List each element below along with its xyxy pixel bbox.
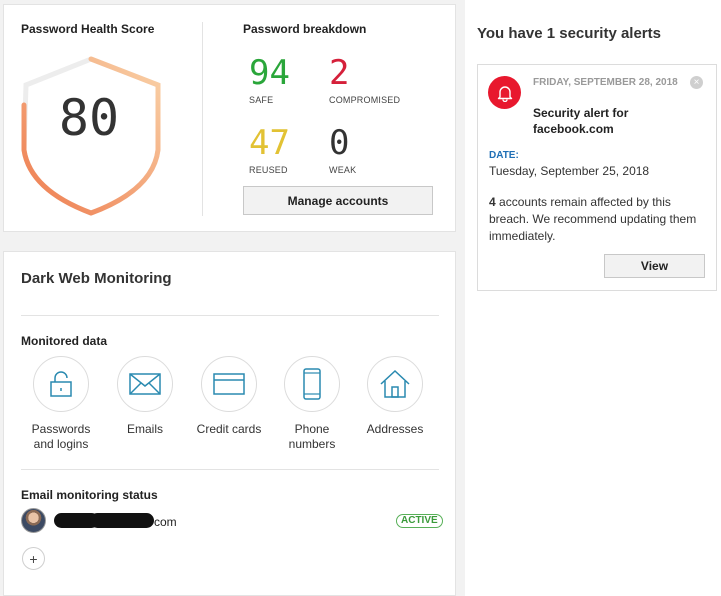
security-alerts-title: You have 1 security alerts xyxy=(477,25,661,42)
alert-date-label: DATE: xyxy=(489,150,519,161)
lock-icon xyxy=(50,371,72,397)
stat-weak-label: WEAK xyxy=(329,165,357,175)
dark-web-monitoring-card: Dark Web Monitoring Monitored data Passw… xyxy=(3,251,456,596)
monitored-item-circle xyxy=(367,356,423,412)
alert-date-value: Tuesday, September 25, 2018 xyxy=(489,164,650,178)
alert-timestamp: FRIDAY, SEPTEMBER 28, 2018 xyxy=(533,77,678,88)
health-score: 80 xyxy=(58,89,120,147)
password-breakdown-title: Password breakdown xyxy=(243,22,367,36)
stat-compromised-value: 2 xyxy=(329,53,350,93)
monitored-item-label: Emails xyxy=(126,422,163,436)
monitored-item-label: Addresses xyxy=(366,422,424,436)
stat-safe-label: SAFE xyxy=(249,95,274,105)
stat-reused-label: REUSED xyxy=(249,165,288,175)
alert-body-text: accounts remain affected by this breach.… xyxy=(489,195,697,243)
stat-weak-value: 0 xyxy=(329,123,350,163)
monitored-item-label: Phone numbers xyxy=(288,422,336,451)
monitored-item-circle xyxy=(284,356,340,412)
monitored-item-circle xyxy=(117,356,173,412)
monitored-item-phone-numbers[interactable]: Phone numbers xyxy=(272,356,352,452)
email-suffix: com xyxy=(154,515,177,529)
avatar xyxy=(21,508,46,533)
monitored-item-passwords[interactable]: Passwords and logins xyxy=(21,356,101,452)
status-badge: ACTIVE xyxy=(396,514,443,528)
close-icon[interactable]: × xyxy=(690,76,703,89)
divider xyxy=(21,469,439,470)
envelope-icon xyxy=(129,373,161,395)
bell-icon xyxy=(497,85,512,102)
manage-accounts-button[interactable]: Manage accounts xyxy=(243,186,433,215)
stat-weak: 0 WEAK xyxy=(329,125,356,175)
vertical-divider xyxy=(202,22,203,216)
monitored-data-title: Monitored data xyxy=(21,334,107,348)
house-icon xyxy=(380,369,410,398)
stat-reused: 47 REUSED xyxy=(249,125,290,175)
stat-compromised: 2 COMPROMISED xyxy=(329,55,400,105)
add-email-button[interactable]: + xyxy=(22,547,45,570)
alert-heading: Security alert for facebook.com xyxy=(533,106,629,136)
redacted-email xyxy=(90,513,154,528)
monitored-item-label: Credit cards xyxy=(196,422,262,436)
monitored-item-emails[interactable]: Emails xyxy=(105,356,185,437)
security-alerts-panel: You have 1 security alerts FRIDAY, SEPTE… xyxy=(465,0,721,596)
stat-reused-value: 47 xyxy=(249,123,290,163)
affected-count: 4 xyxy=(489,195,496,209)
password-health-title: Password Health Score xyxy=(21,22,155,36)
monitored-item-circle xyxy=(33,356,89,412)
password-health-card: Password Health Score 80 Password breakd… xyxy=(3,4,456,232)
security-alert-card: FRIDAY, SEPTEMBER 28, 2018 × Security al… xyxy=(477,64,717,291)
alert-body: 4 accounts remain affected by this breac… xyxy=(489,194,704,245)
stat-safe-value: 94 xyxy=(249,53,290,93)
email-monitoring-status-title: Email monitoring status xyxy=(21,488,158,502)
monitored-item-credit-cards[interactable]: Credit cards xyxy=(189,356,269,437)
divider xyxy=(21,315,439,316)
stat-safe: 94 SAFE xyxy=(249,55,290,105)
view-alert-button[interactable]: View xyxy=(604,254,705,278)
alert-bell-badge xyxy=(488,76,521,109)
monitored-item-label: Passwords and logins xyxy=(31,422,91,451)
phone-icon xyxy=(303,368,321,400)
monitored-item-addresses[interactable]: Addresses xyxy=(355,356,435,437)
monitored-item-circle xyxy=(201,356,257,412)
dark-web-title: Dark Web Monitoring xyxy=(21,270,172,287)
credit-card-icon xyxy=(213,373,245,395)
stat-compromised-label: COMPROMISED xyxy=(329,95,401,105)
